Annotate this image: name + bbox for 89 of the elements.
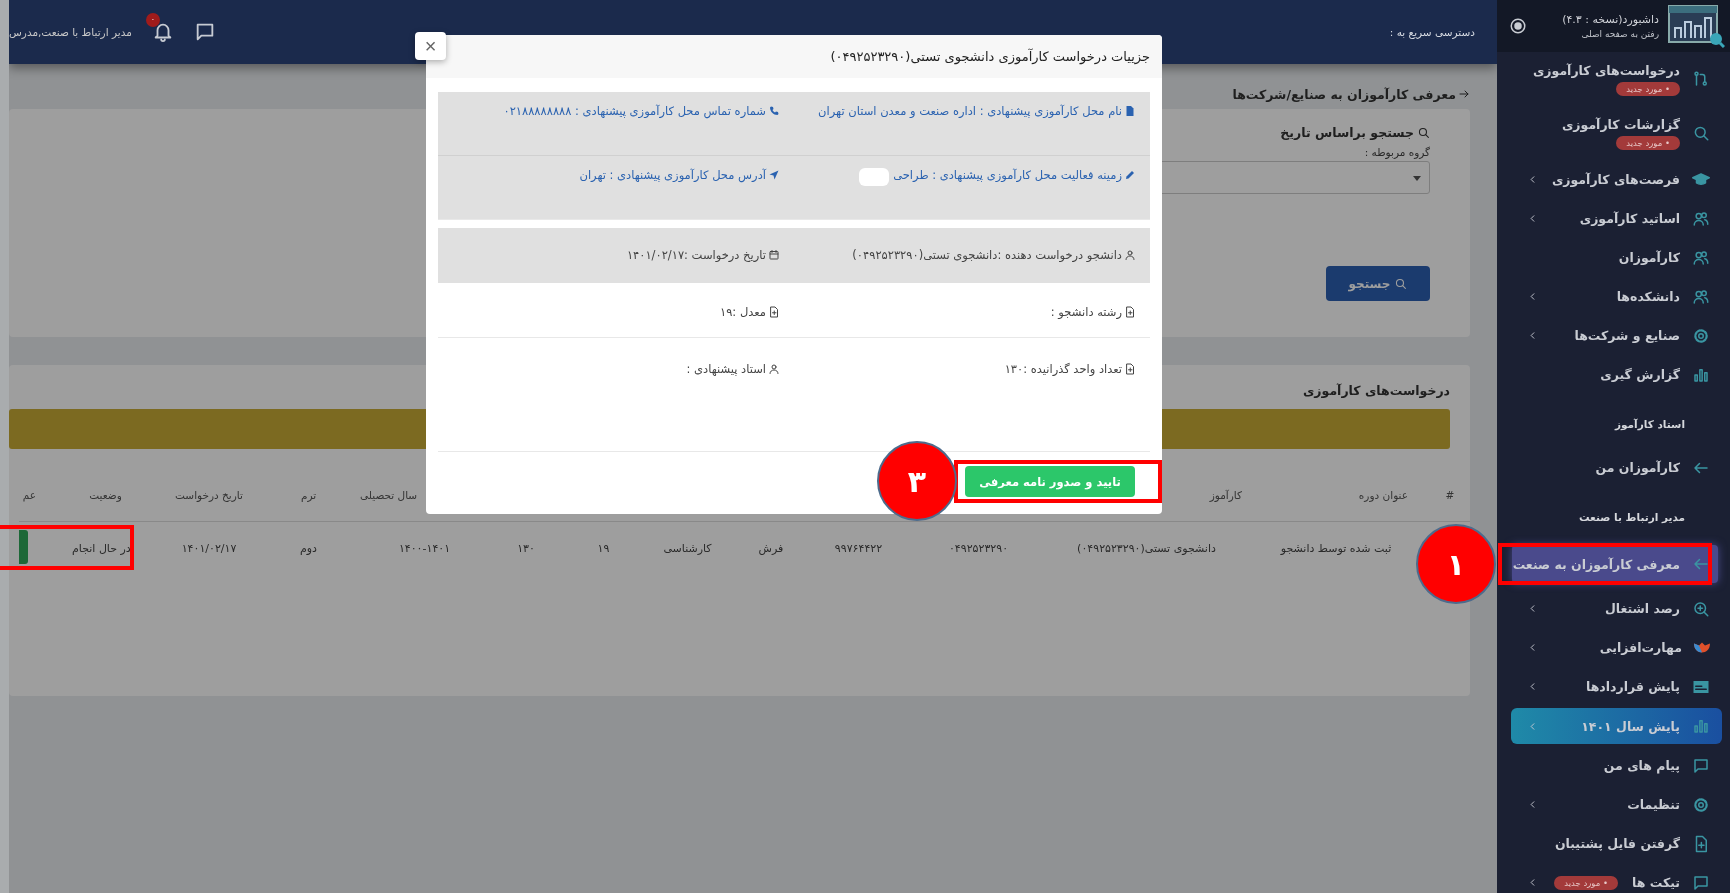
user-icon — [1124, 249, 1136, 261]
detail-text: تاریخ درخواست :۱۴۰۱/۰۲/۱۷ — [626, 248, 766, 262]
search-icon — [1692, 124, 1710, 142]
arrow-icon — [1458, 88, 1470, 100]
phone-icon — [768, 105, 780, 117]
column-header: وضعیت — [89, 489, 122, 501]
sidebar-item[interactable]: مهارت‌افزایی — [1497, 628, 1730, 667]
home-link[interactable]: رفتن به صفحه اصلی — [1535, 29, 1659, 39]
detail-text: آدرس محل کارآموزی پیشنهادی : تهران — [579, 168, 766, 182]
field-label: گروه مربوطه : — [1364, 146, 1430, 158]
branch-icon — [1692, 70, 1710, 88]
sidebar-item[interactable]: صنایع و شرکت‌ها — [1497, 316, 1730, 355]
sidebar-item[interactable]: پایش قراردادها — [1497, 667, 1730, 706]
sidebar-item[interactable]: تنظیمات — [1497, 785, 1730, 824]
search-icon — [1394, 277, 1408, 290]
table-cell: ۱۳۰ — [517, 541, 535, 555]
sidebar-item[interactable]: فرصت‌های کارآموزی — [1497, 160, 1730, 199]
detail-text: دانشجو درخواست دهنده :دانشجوی تستی(۰۴۹۲۵۲۳۲۹۰) — [852, 248, 1122, 262]
detail-text: رشته دانشجو : — [1050, 305, 1122, 319]
sidebar-item[interactable]: تیکت ها • مورد جدید — [1497, 863, 1730, 893]
page-title: معرفی کارآموزان به صنایع/شرکت‌ها — [1232, 86, 1456, 102]
new-badge: • مورد جدید — [1554, 875, 1618, 890]
section-heading: استاد کارآموز — [1614, 418, 1685, 430]
column-header: سال تحصیلی — [360, 489, 418, 501]
search-icon — [1417, 126, 1430, 139]
detail-text: زمینه فعالیت محل کارآموزی پیشنهادی : طراحی — [893, 168, 1122, 182]
target-icon — [1509, 17, 1527, 35]
table-cell: دوم — [300, 541, 317, 555]
sidebar-item[interactable]: اساتید کارآموزی — [1497, 199, 1730, 238]
file-plus-icon — [768, 306, 780, 318]
table-cell: ۰۴۹۲۵۲۳۲۹۰ — [948, 541, 1009, 555]
sidebar-item[interactable]: درخواست‌های کارآموزی • مورد جدید — [1497, 52, 1730, 106]
sidebar-item[interactable]: گزارش گیری — [1497, 355, 1730, 394]
table-cell: ۱۴۰۰-۱۴۰۱ — [398, 541, 451, 555]
column-header: عنوان دوره — [1358, 489, 1408, 501]
close-button[interactable]: × — [415, 32, 446, 60]
table-cell: ۱۴۰۱/۰۲/۱۷ — [181, 541, 237, 555]
column-header: تاریخ درخواست — [175, 489, 243, 501]
sidebar-item[interactable]: کارآموزان من — [1497, 448, 1730, 487]
column-header: عم — [22, 489, 36, 501]
table-cell: فرش — [758, 541, 784, 555]
user-role[interactable]: مدیر ارتباط با صنعت,مدرس — [9, 26, 132, 38]
sidebar-item[interactable]: رصد اشتغال — [1497, 589, 1730, 628]
file-plus-icon — [1124, 306, 1136, 318]
sidebar-item[interactable]: پیام های من — [1497, 746, 1730, 785]
sidebar-item[interactable]: کارآموزان — [1497, 238, 1730, 277]
pencil-icon — [1124, 169, 1136, 181]
people-icon — [1692, 209, 1710, 228]
column-header: کارآموز — [1209, 489, 1242, 501]
new-badge: • مورد جدید — [1616, 81, 1680, 96]
location-arrow-icon — [768, 169, 780, 181]
zoom-in-icon — [1692, 599, 1710, 618]
table-cell: دانشجوی تستی(۰۴۹۲۵۲۳۲۹۰) — [1077, 541, 1216, 555]
chat-icon — [1692, 756, 1710, 775]
sidebar-item[interactable]: پایش سال ۱۴۰۱ — [1511, 708, 1722, 744]
detail-text: استاد پیشنهادی : — [686, 362, 766, 376]
section-heading: مدیر ارتباط با صنعت — [1578, 511, 1685, 523]
people-icon — [1692, 248, 1710, 267]
detail-text: نام محل کارآموزی پیشنهادی : اداره صنعت و معدن استان تهران — [818, 104, 1122, 118]
column-header: ترم — [300, 489, 317, 501]
detail-text: معدل :۱۹ — [720, 305, 766, 319]
bar-chart-icon — [1692, 717, 1710, 735]
calendar-icon — [768, 249, 780, 261]
table-cell: ۱۹ — [597, 541, 610, 555]
dashboard-title: داشبورد(نسخه : ۴.۳) — [1561, 13, 1659, 26]
chat-icon — [1692, 873, 1710, 892]
sidebar-item[interactable]: گرفتن فایل پشتیبان — [1497, 824, 1730, 863]
table-cell: ثبت شده توسط دانشجو — [1280, 541, 1392, 555]
card-title: جستجو براساس تاریخ — [1280, 125, 1414, 140]
table-cell: کارشناسی — [663, 541, 712, 555]
table-cell: در حال انجام — [72, 541, 131, 555]
quick-access-label: دسترسی سریع به : — [1389, 26, 1475, 38]
sidebar-item[interactable]: گزارشات کارآموزی • مورد جدید — [1497, 106, 1730, 160]
file-plus-icon — [1124, 363, 1136, 375]
column-header: # — [1445, 489, 1455, 501]
sidebar-item[interactable]: دانشکده‌ها — [1497, 277, 1730, 316]
people-icon — [1692, 287, 1710, 306]
dashboard-logo[interactable] — [1667, 4, 1725, 48]
document-icon — [1124, 105, 1136, 117]
search-button[interactable]: جستجو — [1326, 266, 1430, 301]
user-icon — [768, 363, 780, 375]
notification-count: ۰ — [145, 13, 160, 27]
detail-text: تعداد واحد گذرانیده :۱۳۰ — [1004, 362, 1122, 376]
new-badge: • مورد جدید — [1616, 135, 1680, 150]
dialog-title: جزییات درخواست کارآموزی دانشجوی تستی(۰۴۹۲۵۲۳۲۹۰) — [830, 49, 1150, 64]
detail-text: شماره تماس محل کارآموزی پیشنهادی : ۰۲۱۸۸۸۸۸۸۸۸ — [503, 104, 766, 118]
table-cell: ۹۹۷۶۴۴۲۲ — [834, 541, 883, 555]
bowl-icon — [1694, 642, 1710, 653]
card-title: درخواست‌های کارآموزی — [1301, 383, 1451, 400]
